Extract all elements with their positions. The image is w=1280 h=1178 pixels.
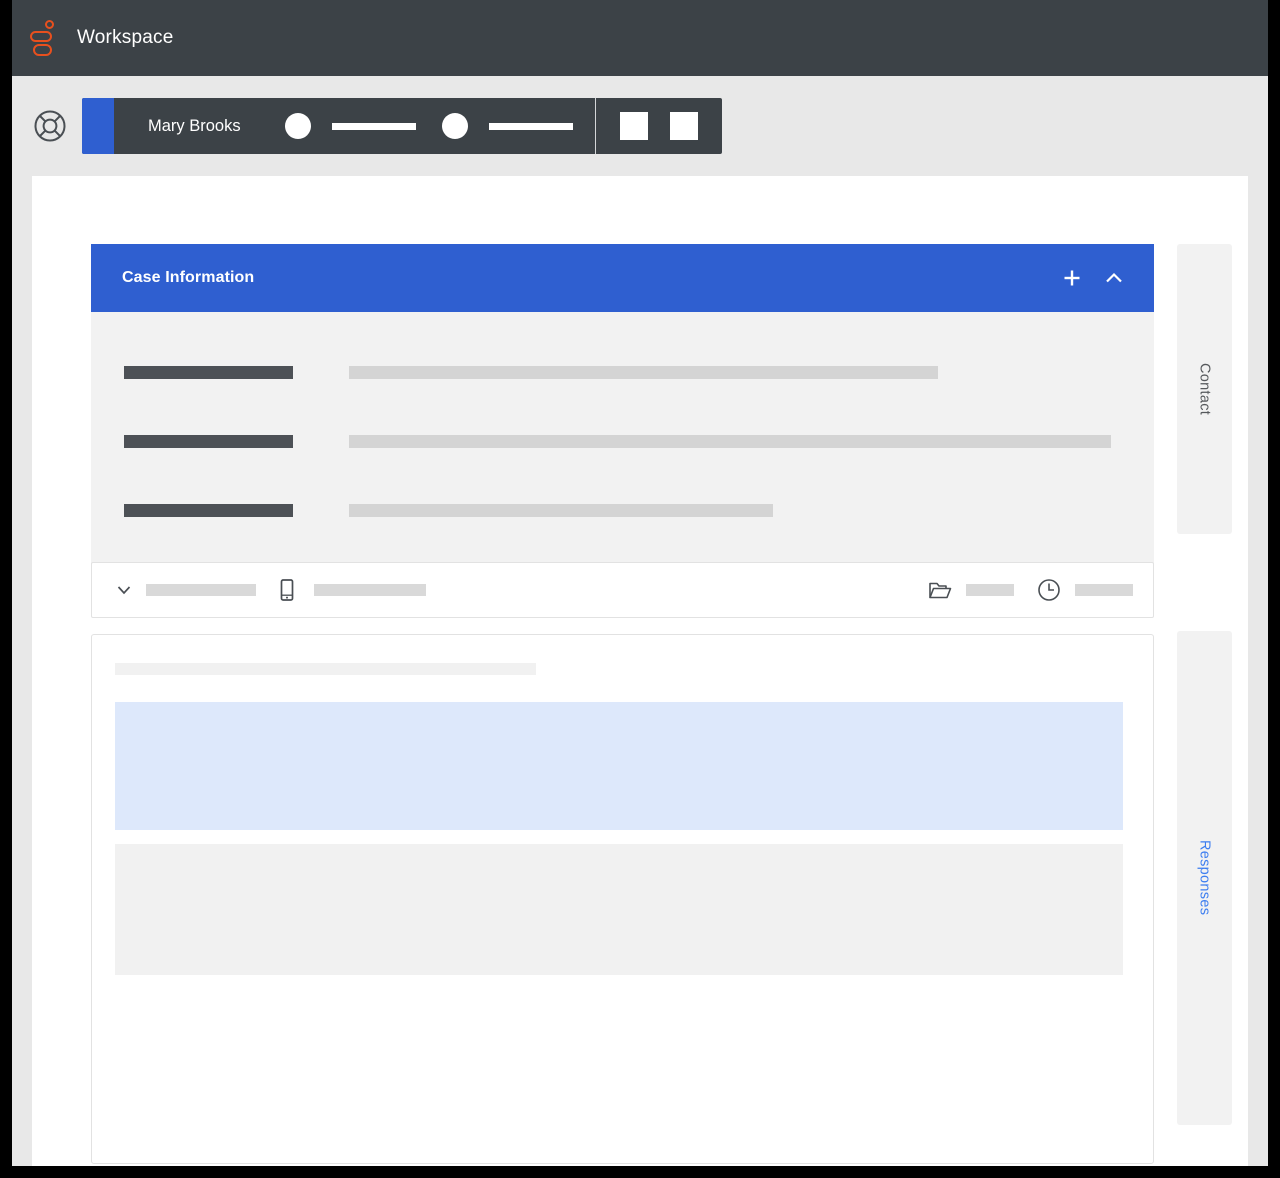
app-title: Workspace — [77, 27, 174, 49]
conversation-header-placeholder — [115, 663, 536, 675]
case-field-value-placeholder — [349, 435, 1111, 448]
side-tab-contact[interactable]: Contact — [1177, 244, 1232, 534]
case-field-label-placeholder — [124, 366, 293, 379]
case-field-value-placeholder — [349, 504, 773, 517]
app-window-frame: Workspace Mary Brooks — [12, 0, 1268, 1166]
folder-value-placeholder — [966, 584, 1014, 596]
interaction-accent-strip — [82, 98, 114, 154]
side-tab-responses-label: Responses — [1197, 840, 1213, 915]
interaction-action-placeholder-2[interactable] — [670, 112, 698, 140]
interaction-details: Mary Brooks — [114, 98, 595, 154]
channel-info-left — [114, 577, 426, 603]
interaction-avatar-placeholder-1 — [285, 113, 311, 139]
app-header-bar: Workspace — [12, 0, 1268, 76]
conversation-card — [91, 634, 1154, 1164]
channel-info-bar — [91, 562, 1154, 618]
interaction-text-placeholder-1 — [332, 123, 416, 130]
case-information-card: Case Information — [91, 244, 1154, 573]
channel-label-placeholder — [146, 584, 256, 596]
logo-pill-lower — [33, 44, 52, 56]
logo-pill-upper — [30, 31, 52, 42]
case-information-title: Case Information — [122, 269, 254, 287]
time-value-placeholder — [1075, 584, 1133, 596]
chevron-down-icon[interactable] — [114, 580, 134, 600]
message-bubble-outgoing[interactable] — [115, 844, 1123, 975]
interaction-avatar-placeholder-2 — [442, 113, 468, 139]
interaction-toolbar: Mary Brooks — [12, 76, 1268, 176]
case-field-label-placeholder — [124, 504, 293, 517]
plus-icon[interactable] — [1060, 266, 1084, 290]
chevron-up-icon[interactable] — [1102, 266, 1126, 290]
case-information-actions — [1060, 266, 1126, 290]
message-bubble-incoming[interactable] — [115, 702, 1123, 830]
mobile-phone-icon — [274, 577, 300, 603]
open-folder-icon[interactable] — [927, 577, 953, 603]
interaction-text-placeholder-2 — [489, 123, 573, 130]
case-information-fields — [91, 312, 1154, 573]
main-content-panel: Case Information — [32, 176, 1248, 1166]
case-field-row — [91, 407, 1154, 476]
channel-value-placeholder — [314, 584, 426, 596]
case-field-value-placeholder — [349, 366, 938, 379]
interaction-action-placeholder-1[interactable] — [620, 112, 648, 140]
active-interaction-bar[interactable]: Mary Brooks — [82, 98, 722, 154]
genesys-logo-icon — [30, 18, 60, 58]
customer-name-label: Mary Brooks — [148, 117, 241, 136]
case-field-label-placeholder — [124, 435, 293, 448]
side-tab-contact-label: Contact — [1197, 363, 1213, 415]
logo-dot — [45, 20, 54, 29]
case-information-header: Case Information — [91, 244, 1154, 312]
lifebuoy-help-icon[interactable] — [32, 108, 68, 144]
case-field-row — [91, 338, 1154, 407]
channel-info-right — [927, 577, 1133, 603]
side-tab-responses[interactable]: Responses — [1177, 631, 1232, 1125]
case-field-row — [91, 476, 1154, 545]
interaction-actions — [596, 98, 722, 154]
clock-icon[interactable] — [1036, 577, 1062, 603]
